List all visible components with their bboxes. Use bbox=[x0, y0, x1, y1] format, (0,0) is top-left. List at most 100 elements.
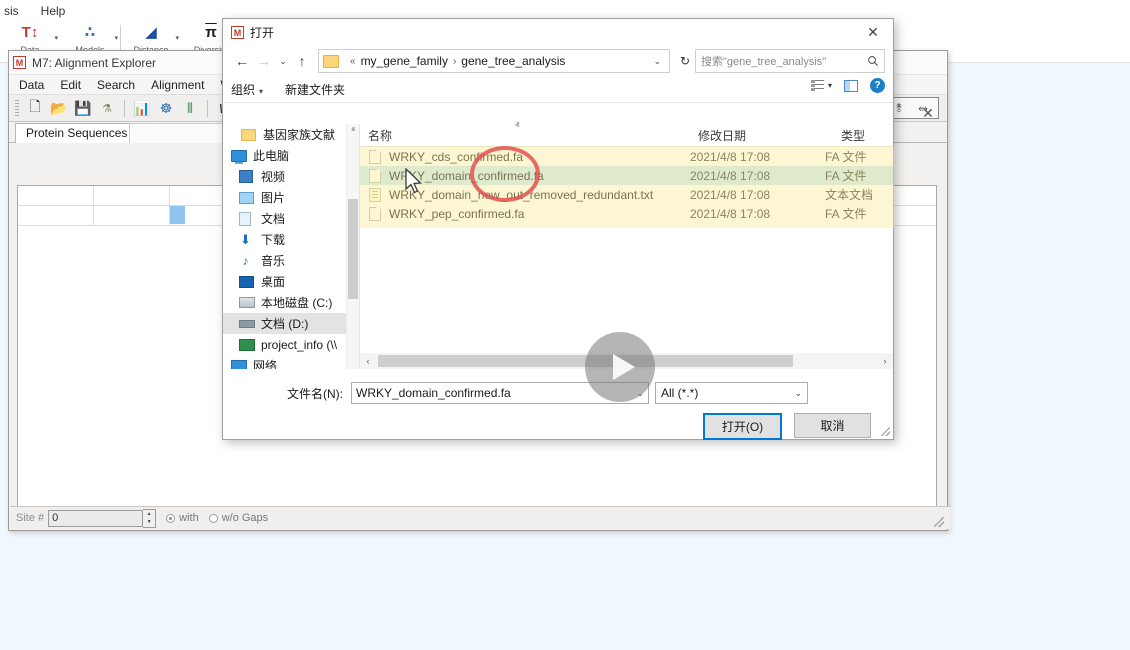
file-type-cell: FA 文件 bbox=[825, 148, 866, 165]
nav-item-this-pc[interactable]: 此电脑 bbox=[223, 145, 359, 166]
open-file-dialog: M 打开 ✕ ← → ⌄ ↑ « my_gene_family › gene_t… bbox=[222, 18, 894, 440]
navigation-pane-scrollbar[interactable]: ⱏ ⱟ bbox=[346, 124, 359, 369]
scrollbar-track[interactable] bbox=[376, 355, 877, 367]
forward-icon[interactable]: → bbox=[253, 50, 275, 72]
radio-icon[interactable] bbox=[166, 514, 175, 523]
file-type-cell: 文本文档 bbox=[825, 186, 873, 203]
site-number-input[interactable]: 0 bbox=[48, 510, 143, 527]
file-name-cell[interactable]: WRKY_domain_confirmed.fa bbox=[360, 169, 544, 183]
resize-grip[interactable] bbox=[934, 517, 944, 527]
nav-item-network[interactable]: 网络 bbox=[223, 355, 359, 369]
open-button[interactable]: 打开(O) bbox=[703, 413, 782, 440]
preview-pane-icon[interactable] bbox=[844, 80, 858, 92]
tab-protein-sequences[interactable]: Protein Sequences bbox=[15, 123, 138, 143]
file-type-filter-select[interactable]: All (*.*) ⌄ bbox=[655, 382, 808, 404]
breadcrumb-item-my-gene-family[interactable]: my_gene_family bbox=[361, 54, 448, 68]
nav-item-desktop[interactable]: 桌面 bbox=[223, 271, 359, 292]
nav-item-project-info[interactable]: project_info (\\ bbox=[223, 334, 359, 355]
new-file-icon[interactable]: 🗋 bbox=[23, 98, 47, 119]
nav-item-label: 音乐 bbox=[261, 252, 285, 269]
list-view-icon bbox=[811, 80, 824, 91]
clustal-icon[interactable]: ☸ bbox=[154, 98, 178, 119]
refresh-icon[interactable]: ↻ bbox=[675, 50, 695, 72]
sequence-cell[interactable] bbox=[94, 206, 170, 225]
barcode-icon[interactable]: ⦀ bbox=[178, 98, 202, 119]
help-icon[interactable]: ? bbox=[870, 78, 885, 93]
cancel-button[interactable]: 取消 bbox=[794, 413, 871, 438]
chevron-down-icon[interactable]: ▾ bbox=[114, 34, 118, 42]
file-name-label: WRKY_pep_confirmed.fa bbox=[389, 207, 524, 221]
organize-button[interactable]: 组织 ▾ bbox=[231, 81, 263, 98]
scroll-left-icon[interactable]: ‹ bbox=[360, 356, 376, 366]
column-header-date[interactable]: 修改日期 bbox=[690, 127, 833, 144]
back-icon[interactable]: ← bbox=[231, 50, 253, 72]
stepper-up-icon[interactable]: ▲ bbox=[143, 510, 155, 519]
chevron-down-icon: ▾ bbox=[828, 81, 832, 90]
menu-item-help[interactable]: Help bbox=[37, 2, 70, 20]
menu-item-search[interactable]: Search bbox=[97, 78, 135, 92]
table-row[interactable]: WRKY_domain_new_out_removed_redundant.tx… bbox=[360, 185, 893, 204]
file-name-cell[interactable]: WRKY_cds_confirmed.fa bbox=[360, 150, 523, 164]
dialog-titlebar[interactable]: M 打开 ✕ bbox=[223, 19, 893, 46]
scroll-down-icon[interactable]: ⱟ bbox=[347, 355, 359, 369]
breadcrumb-item-gene-tree-analysis[interactable]: gene_tree_analysis bbox=[461, 54, 565, 68]
chevron-down-icon[interactable]: ⌄ bbox=[636, 388, 644, 399]
radio-icon[interactable] bbox=[209, 514, 218, 523]
chevron-down-icon[interactable]: ⌄ bbox=[653, 56, 665, 67]
nav-item-documents-d[interactable]: 文档 (D:) bbox=[223, 313, 359, 334]
nav-item-music[interactable]: ♪ 音乐 bbox=[223, 250, 359, 271]
new-folder-button[interactable]: 新建文件夹 bbox=[285, 81, 345, 98]
file-name-cell[interactable]: WRKY_domain_new_out_removed_redundant.tx… bbox=[360, 188, 653, 202]
nav-item-gene-family-docs[interactable]: 基因家族文献 bbox=[223, 124, 359, 145]
toolbar-grip[interactable] bbox=[15, 100, 19, 116]
column-header-name[interactable]: 名称 bbox=[360, 127, 690, 144]
change-view-button[interactable]: ▾ bbox=[811, 80, 832, 91]
recent-locations-icon[interactable]: ⌄ bbox=[275, 50, 291, 72]
table-row[interactable]: WRKY_domain_confirmed.fa 2021/4/8 17:08 … bbox=[360, 166, 893, 185]
scroll-up-icon[interactable]: ⱏ bbox=[347, 124, 359, 138]
nav-item-label: 网络 bbox=[253, 357, 277, 369]
scrollbar-thumb[interactable] bbox=[348, 199, 358, 299]
chevron-down-icon[interactable]: ▾ bbox=[54, 34, 58, 42]
scroll-right-icon[interactable]: › bbox=[877, 356, 893, 366]
table-row[interactable]: WRKY_pep_confirmed.fa 2021/4/8 17:08 FA … bbox=[360, 204, 893, 223]
file-list-horizontal-scrollbar[interactable]: ‹ › bbox=[360, 353, 893, 369]
file-list-header: 名称 修改日期 类型 ⱏ bbox=[360, 124, 893, 147]
menu-item-edit[interactable]: Edit bbox=[60, 78, 81, 92]
stepper-down-icon[interactable]: ▼ bbox=[143, 518, 155, 527]
alignment-explorer-close-button[interactable]: ✕ bbox=[915, 103, 941, 123]
file-name-label: WRKY_cds_confirmed.fa bbox=[389, 150, 523, 164]
resize-grip[interactable] bbox=[881, 427, 890, 436]
dna-icon[interactable]: ⚗ bbox=[95, 98, 119, 119]
chevron-down-icon[interactable]: ▾ bbox=[175, 34, 179, 42]
breadcrumb[interactable]: « my_gene_family › gene_tree_analysis ⌄ bbox=[318, 49, 670, 73]
align-muscle-icon[interactable]: 📊 bbox=[130, 98, 154, 119]
chevron-down-icon[interactable]: ⌄ bbox=[794, 388, 802, 399]
column-header-type[interactable]: 类型 bbox=[833, 127, 865, 144]
menu-item-alignment[interactable]: Alignment bbox=[151, 78, 204, 92]
filename-input[interactable]: WRKY_domain_confirmed.fa ⌄ bbox=[351, 382, 649, 404]
breadcrumb-overflow-icon[interactable]: « bbox=[350, 56, 356, 67]
site-number-stepper[interactable]: ▲ ▼ bbox=[143, 509, 156, 528]
open-folder-icon[interactable]: 📂 bbox=[47, 98, 71, 119]
nav-item-local-disk-c[interactable]: 本地磁盘 (C:) bbox=[223, 292, 359, 313]
save-icon[interactable]: 💾 bbox=[71, 98, 95, 119]
radio-without-gaps[interactable]: w/o Gaps bbox=[209, 512, 268, 524]
search-input[interactable]: 搜索"gene_tree_analysis" bbox=[695, 49, 885, 73]
sequence-cell[interactable] bbox=[18, 186, 94, 205]
music-icon: ♪ bbox=[239, 255, 256, 267]
menu-item-data[interactable]: Data bbox=[19, 78, 44, 92]
nav-item-documents[interactable]: 文档 bbox=[223, 208, 359, 229]
sequence-cell[interactable] bbox=[94, 186, 170, 205]
nav-item-videos[interactable]: 视频 bbox=[223, 166, 359, 187]
file-name-cell[interactable]: WRKY_pep_confirmed.fa bbox=[360, 207, 524, 221]
sequence-cell[interactable] bbox=[18, 206, 94, 225]
table-row[interactable]: WRKY_cds_confirmed.fa 2021/4/8 17:08 FA … bbox=[360, 147, 893, 166]
radio-with-gaps[interactable]: with bbox=[166, 512, 199, 524]
close-icon[interactable]: ✕ bbox=[853, 19, 893, 46]
menu-item-analysis[interactable]: sis bbox=[0, 2, 23, 20]
scrollbar-thumb[interactable] bbox=[378, 355, 793, 367]
up-icon[interactable]: ↑ bbox=[291, 50, 313, 72]
nav-item-downloads[interactable]: ⬇ 下载 bbox=[223, 229, 359, 250]
nav-item-pictures[interactable]: 图片 bbox=[223, 187, 359, 208]
